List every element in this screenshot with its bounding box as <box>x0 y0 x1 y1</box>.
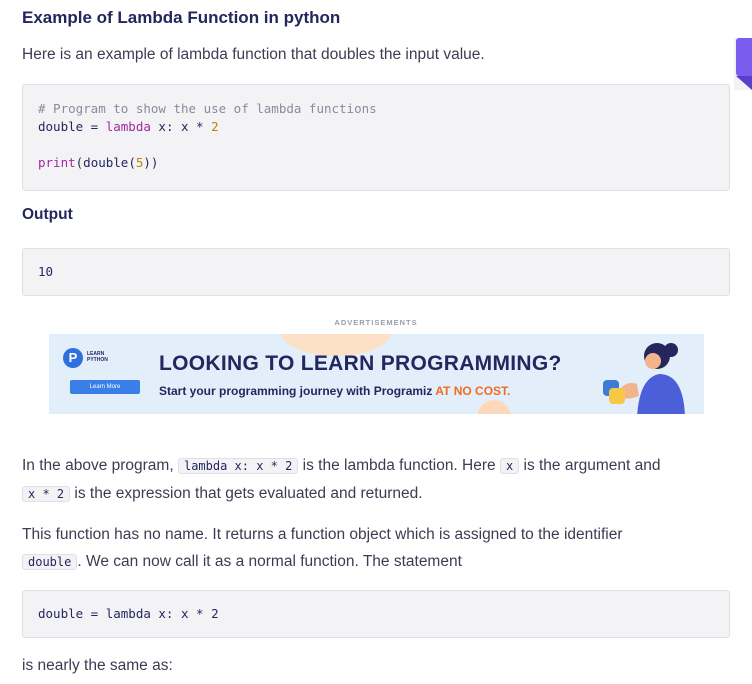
nearly-same-text: is nearly the same as: <box>22 657 173 674</box>
feedback-tab[interactable] <box>734 38 752 90</box>
code-comment: # Program to show the use of lambda func… <box>38 101 377 116</box>
inline-code-lambda: lambda x: x * 2 <box>177 458 299 474</box>
code-block-statement[interactable]: double = lambda x: x * 2 <box>22 590 730 638</box>
code-line-print: print(double(5)) <box>38 155 159 170</box>
learn-more-button[interactable]: Learn More <box>70 380 140 394</box>
output-block: 10 <box>22 248 730 296</box>
code-block[interactable]: # Program to show the use of lambda func… <box>22 84 730 191</box>
output-heading: Output <box>22 206 73 223</box>
code-line-double: double = lambda x: x * 2 <box>38 119 219 134</box>
intro-text: Here is an example of lambda function th… <box>22 46 485 63</box>
programiz-logo-icon: P <box>63 348 83 368</box>
inline-code-double: double <box>22 554 78 570</box>
ad-label: ADVERTISEMENTS <box>334 318 418 327</box>
inline-code-expression: x * 2 <box>22 486 71 502</box>
inline-code-x: x <box>499 458 520 474</box>
section-heading: Example of Lambda Function in python <box>22 8 341 27</box>
person-illustration-icon <box>603 343 685 414</box>
output-value: 10 <box>38 264 54 279</box>
ad-logo-text: LEARN PYTHON <box>87 351 108 363</box>
code-line-statement: double = lambda x: x * 2 <box>38 606 219 621</box>
ad-subtitle: Start your programming journey with Prog… <box>159 384 511 398</box>
ad-title: LOOKING TO LEARN PROGRAMMING? <box>159 352 562 375</box>
explanation-paragraph: In the above program, lambda x: x * 2 is… <box>22 457 661 502</box>
ad-banner[interactable]: P LEARN PYTHON Learn More LOOKING TO LEA… <box>49 334 704 414</box>
no-name-paragraph: This function has no name. It returns a … <box>22 526 623 570</box>
